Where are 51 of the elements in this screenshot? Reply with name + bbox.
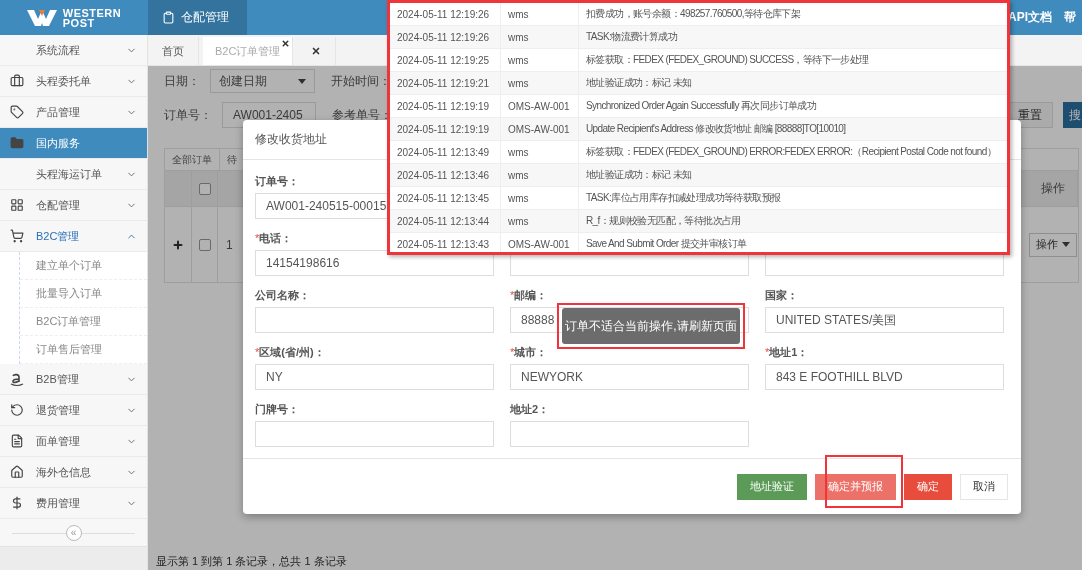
log-source: OMS-AW-001	[508, 123, 570, 135]
log-message: 扣费成功，账号余额：498257.760500,等待仓库下架	[586, 7, 801, 21]
log-message: 标签获取：FEDEX (FEDEX_GROUND) SUCCESS，等待下一步处理	[586, 53, 869, 67]
log-time: 2024-05-11 12:13:45	[397, 192, 490, 204]
field-label: 订单号：	[255, 174, 299, 189]
logo-text: WESTERN POST	[62, 7, 122, 28]
log-source: wms	[508, 31, 529, 43]
field-label: *城市：	[510, 345, 548, 360]
field-label: *地址1：	[765, 345, 809, 360]
log-source: wms	[508, 77, 529, 89]
field-label: 公司名称：	[255, 288, 310, 303]
log-source: wms	[508, 54, 529, 66]
log-source: wms	[508, 169, 529, 181]
dialog-title: 修改收货地址	[255, 131, 327, 148]
log-source: wms	[508, 8, 529, 20]
field-label: 国家：	[765, 288, 798, 303]
log-message: Save And Submit Order 提交并审核订单	[586, 237, 747, 251]
log-source: wms	[508, 215, 529, 227]
log-time: 2024-05-11 12:19:26	[397, 31, 490, 43]
log-source: wms	[508, 146, 529, 158]
field-label: 门牌号：	[255, 402, 299, 417]
field-label: 日期：	[164, 72, 200, 90]
pager-text: 显示第 1 到第 1 条记录，总共 1 条记录	[156, 554, 348, 569]
log-time: 2024-05-11 12:13:49	[397, 146, 490, 158]
log-message: 标签获取：FEDEX (FEDEX_GROUND) ERROR:FEDEX ERROR:（Recipient Postal Code not found）	[586, 145, 997, 159]
log-source: OMS-AW-001	[508, 100, 570, 112]
table-cell: 1	[226, 237, 233, 252]
field-label: 地址2：	[510, 402, 550, 417]
log-time: 2024-05-11 12:19:19	[397, 123, 490, 135]
log-time: 2024-05-11 12:19:19	[397, 100, 490, 112]
log-message: TASK:库位占用库存扣减处理成功等待获取预报	[586, 191, 781, 205]
field-label: *电话：	[255, 231, 293, 246]
log-time: 2024-05-11 12:19:26	[397, 8, 490, 20]
log-message: 地址验证成功：标记 未知	[586, 76, 692, 90]
log-time: 2024-05-11 12:19:25	[397, 54, 490, 66]
field-label: *区域(省/州)：	[255, 345, 325, 360]
log-time: 2024-05-11 12:13:46	[397, 169, 490, 181]
column-header: 操作	[1040, 180, 1065, 197]
log-message: 地址验证成功：标记 未知	[586, 168, 692, 182]
field-label: 开始时间：	[331, 72, 391, 90]
log-source: wms	[508, 192, 529, 204]
log-time: 2024-05-11 12:13:43	[397, 238, 490, 250]
field-label: *邮编：	[510, 288, 548, 303]
log-message: TASK:物流费计算成功	[586, 30, 677, 44]
log-message: R_f：规则校验无匹配，等待批次占用	[586, 214, 741, 228]
log-message: Update Recipient's Address 修改收货地址 邮编 [88888]TO[10010]	[586, 122, 846, 136]
field-label: 订单号：	[164, 106, 212, 124]
log-source: OMS-AW-001	[508, 238, 570, 250]
message-toast: 订单不适合当前操作,请刷新页面	[562, 308, 740, 344]
log-time: 2024-05-11 12:19:21	[397, 77, 490, 89]
log-message: Synchronized Order Again Successfully 再次同步订单成功	[586, 99, 817, 113]
